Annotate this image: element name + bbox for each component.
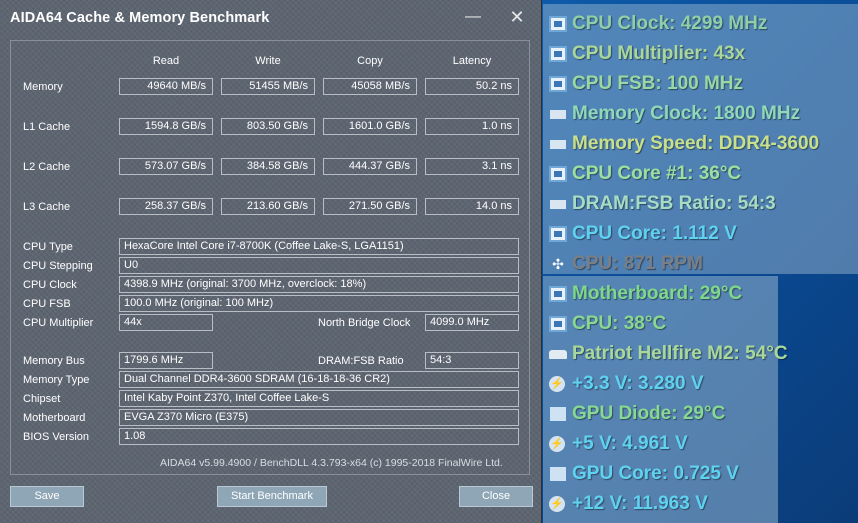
osd-sensor-text: +12 V: 11.963 V: [572, 493, 708, 514]
gpu-icon: [549, 466, 567, 482]
l2-copy-value: 444.37 GB/s: [323, 158, 417, 175]
l2-read-value: 573.07 GB/s: [119, 158, 213, 175]
drive-icon: [549, 350, 567, 359]
osd-sensor-text: Patriot Hellfire M2: 54°C: [572, 343, 788, 364]
l3-read-value: 258.37 GB/s: [119, 198, 213, 215]
row-label-l2: L2 Cache: [23, 161, 71, 173]
memory-module-icon: [549, 139, 567, 150]
osd-sensor-text: +5 V: 4.961 V: [572, 433, 688, 454]
chipset-label: Chipset: [23, 393, 61, 405]
osd-sensor-text: CPU Core #1: 36°C: [572, 163, 742, 184]
memory-write-value: 51455 MB/s: [221, 78, 315, 95]
cpu-chip-icon: [549, 316, 567, 332]
memory-latency-value: 50.2 ns: [425, 78, 519, 95]
title-bar[interactable]: AIDA64 Cache & Memory Benchmark — ✕: [0, 0, 541, 36]
cpu-chip-icon: [549, 226, 567, 242]
l3-write-value: 213.60 GB/s: [221, 198, 315, 215]
memory-module-icon: [549, 199, 567, 210]
row-label-l3: L3 Cache: [23, 201, 71, 213]
l1-write-value: 803.50 GB/s: [221, 118, 315, 135]
osd-sensor-text: +3.3 V: 3.280 V: [572, 373, 704, 394]
dram-fsb-value: 54:3: [425, 352, 519, 369]
column-header-copy: Copy: [357, 55, 383, 67]
osd-sensor-text: GPU Diode: 29°C: [572, 403, 726, 424]
l3-copy-value: 271.50 GB/s: [323, 198, 417, 215]
osd-sensor-text: Memory Clock: 1800 MHz: [572, 103, 801, 124]
voltage-icon: ⚡: [549, 376, 565, 392]
column-header-latency: Latency: [452, 55, 492, 67]
memory-read-value: 49640 MB/s: [119, 78, 213, 95]
voltage-icon: ⚡: [549, 436, 565, 452]
cpu-chip-icon: [549, 166, 567, 182]
chipset-value: Intel Kaby Point Z370, Intel Coffee Lake…: [119, 390, 519, 407]
osd-sensor-text: Motherboard: 29°C: [572, 283, 743, 304]
column-header-write: Write: [255, 55, 281, 67]
cpu-type-label: CPU Type: [23, 241, 73, 253]
osd-sensor-text: CPU: 38°C: [572, 313, 667, 334]
fan-icon: ✣: [552, 256, 564, 272]
bios-version-value: 1.08: [119, 428, 519, 445]
close-button[interactable]: Close: [459, 486, 533, 507]
osd-sensor-text: CPU FSB: 100 MHz: [572, 73, 744, 94]
minimize-icon[interactable]: —: [458, 6, 488, 28]
cpu-multiplier-label: CPU Multiplier: [23, 317, 94, 329]
cpu-chip-icon: [549, 46, 567, 62]
cpu-chip-icon: [549, 16, 567, 32]
cpu-chip-icon: [549, 76, 567, 92]
column-header-read: Read: [152, 55, 180, 67]
close-icon[interactable]: ✕: [502, 6, 532, 28]
osd-sensor-text: CPU Clock: 4299 MHz: [572, 13, 768, 34]
nb-clock-value: 4099.0 MHz: [425, 314, 519, 331]
l1-latency-value: 1.0 ns: [425, 118, 519, 135]
l3-latency-value: 14.0 ns: [425, 198, 519, 215]
cpu-fsb-label: CPU FSB: [23, 298, 71, 310]
sensor-osd-overlay: CPU Clock: 4299 MHz CPU Multiplier: 43x CP…: [543, 0, 858, 523]
osd-sensor-text: DRAM:FSB Ratio: 54:3: [572, 193, 776, 214]
gpu-icon: [549, 406, 567, 422]
benchmark-window: AIDA64 Cache & Memory Benchmark — ✕ Read…: [0, 0, 542, 523]
voltage-icon: ⚡: [549, 496, 565, 512]
nb-clock-label: North Bridge Clock: [318, 317, 411, 329]
motherboard-label: Motherboard: [23, 412, 86, 424]
motherboard-value: EVGA Z370 Micro (E375): [119, 409, 519, 426]
save-button[interactable]: Save: [10, 486, 84, 507]
window-title: AIDA64 Cache & Memory Benchmark: [10, 10, 270, 26]
memory-bus-label: Memory Bus: [23, 355, 85, 367]
cpu-clock-value: 4398.9 MHz (original: 3700 MHz, overcloc…: [119, 276, 519, 293]
motherboard-icon: [549, 286, 567, 302]
memory-copy-value: 45058 MB/s: [323, 78, 417, 95]
cpu-multiplier-value: 44x: [119, 314, 213, 331]
memory-type-value: Dual Channel DDR4-3600 SDRAM (16-18-18-3…: [119, 371, 519, 388]
cpu-type-value: HexaCore Intel Core i7-8700K (Coffee Lak…: [119, 238, 519, 255]
cpu-stepping-label: CPU Stepping: [23, 260, 93, 272]
cpu-stepping-value: U0: [119, 257, 519, 274]
osd-sensor-text: Memory Speed: DDR4-3600: [572, 133, 820, 154]
start-benchmark-button[interactable]: Start Benchmark: [217, 486, 327, 507]
cpu-clock-label: CPU Clock: [23, 279, 77, 291]
l2-latency-value: 3.1 ns: [425, 158, 519, 175]
memory-type-label: Memory Type: [23, 374, 90, 386]
l1-read-value: 1594.8 GB/s: [119, 118, 213, 135]
l2-write-value: 384.58 GB/s: [221, 158, 315, 175]
row-label-l1: L1 Cache: [23, 121, 71, 133]
osd-sensor-text: CPU Multiplier: 43x: [572, 43, 746, 64]
osd-sensor-text: CPU Core: 1.112 V: [572, 223, 737, 244]
memory-module-icon: [549, 109, 567, 120]
dram-fsb-label: DRAM:FSB Ratio: [318, 355, 404, 367]
osd-sensor-text: GPU Core: 0.725 V: [572, 463, 739, 484]
bios-version-label: BIOS Version: [23, 431, 90, 443]
row-label-memory: Memory: [23, 81, 63, 93]
version-footer: AIDA64 v5.99.4900 / BenchDLL 4.3.793-x64…: [160, 457, 503, 469]
l1-copy-value: 1601.0 GB/s: [323, 118, 417, 135]
osd-sensor-text: CPU: 871 RPM: [572, 253, 703, 274]
cpu-fsb-value: 100.0 MHz (original: 100 MHz): [119, 295, 519, 312]
memory-bus-value: 1799.6 MHz: [119, 352, 213, 369]
